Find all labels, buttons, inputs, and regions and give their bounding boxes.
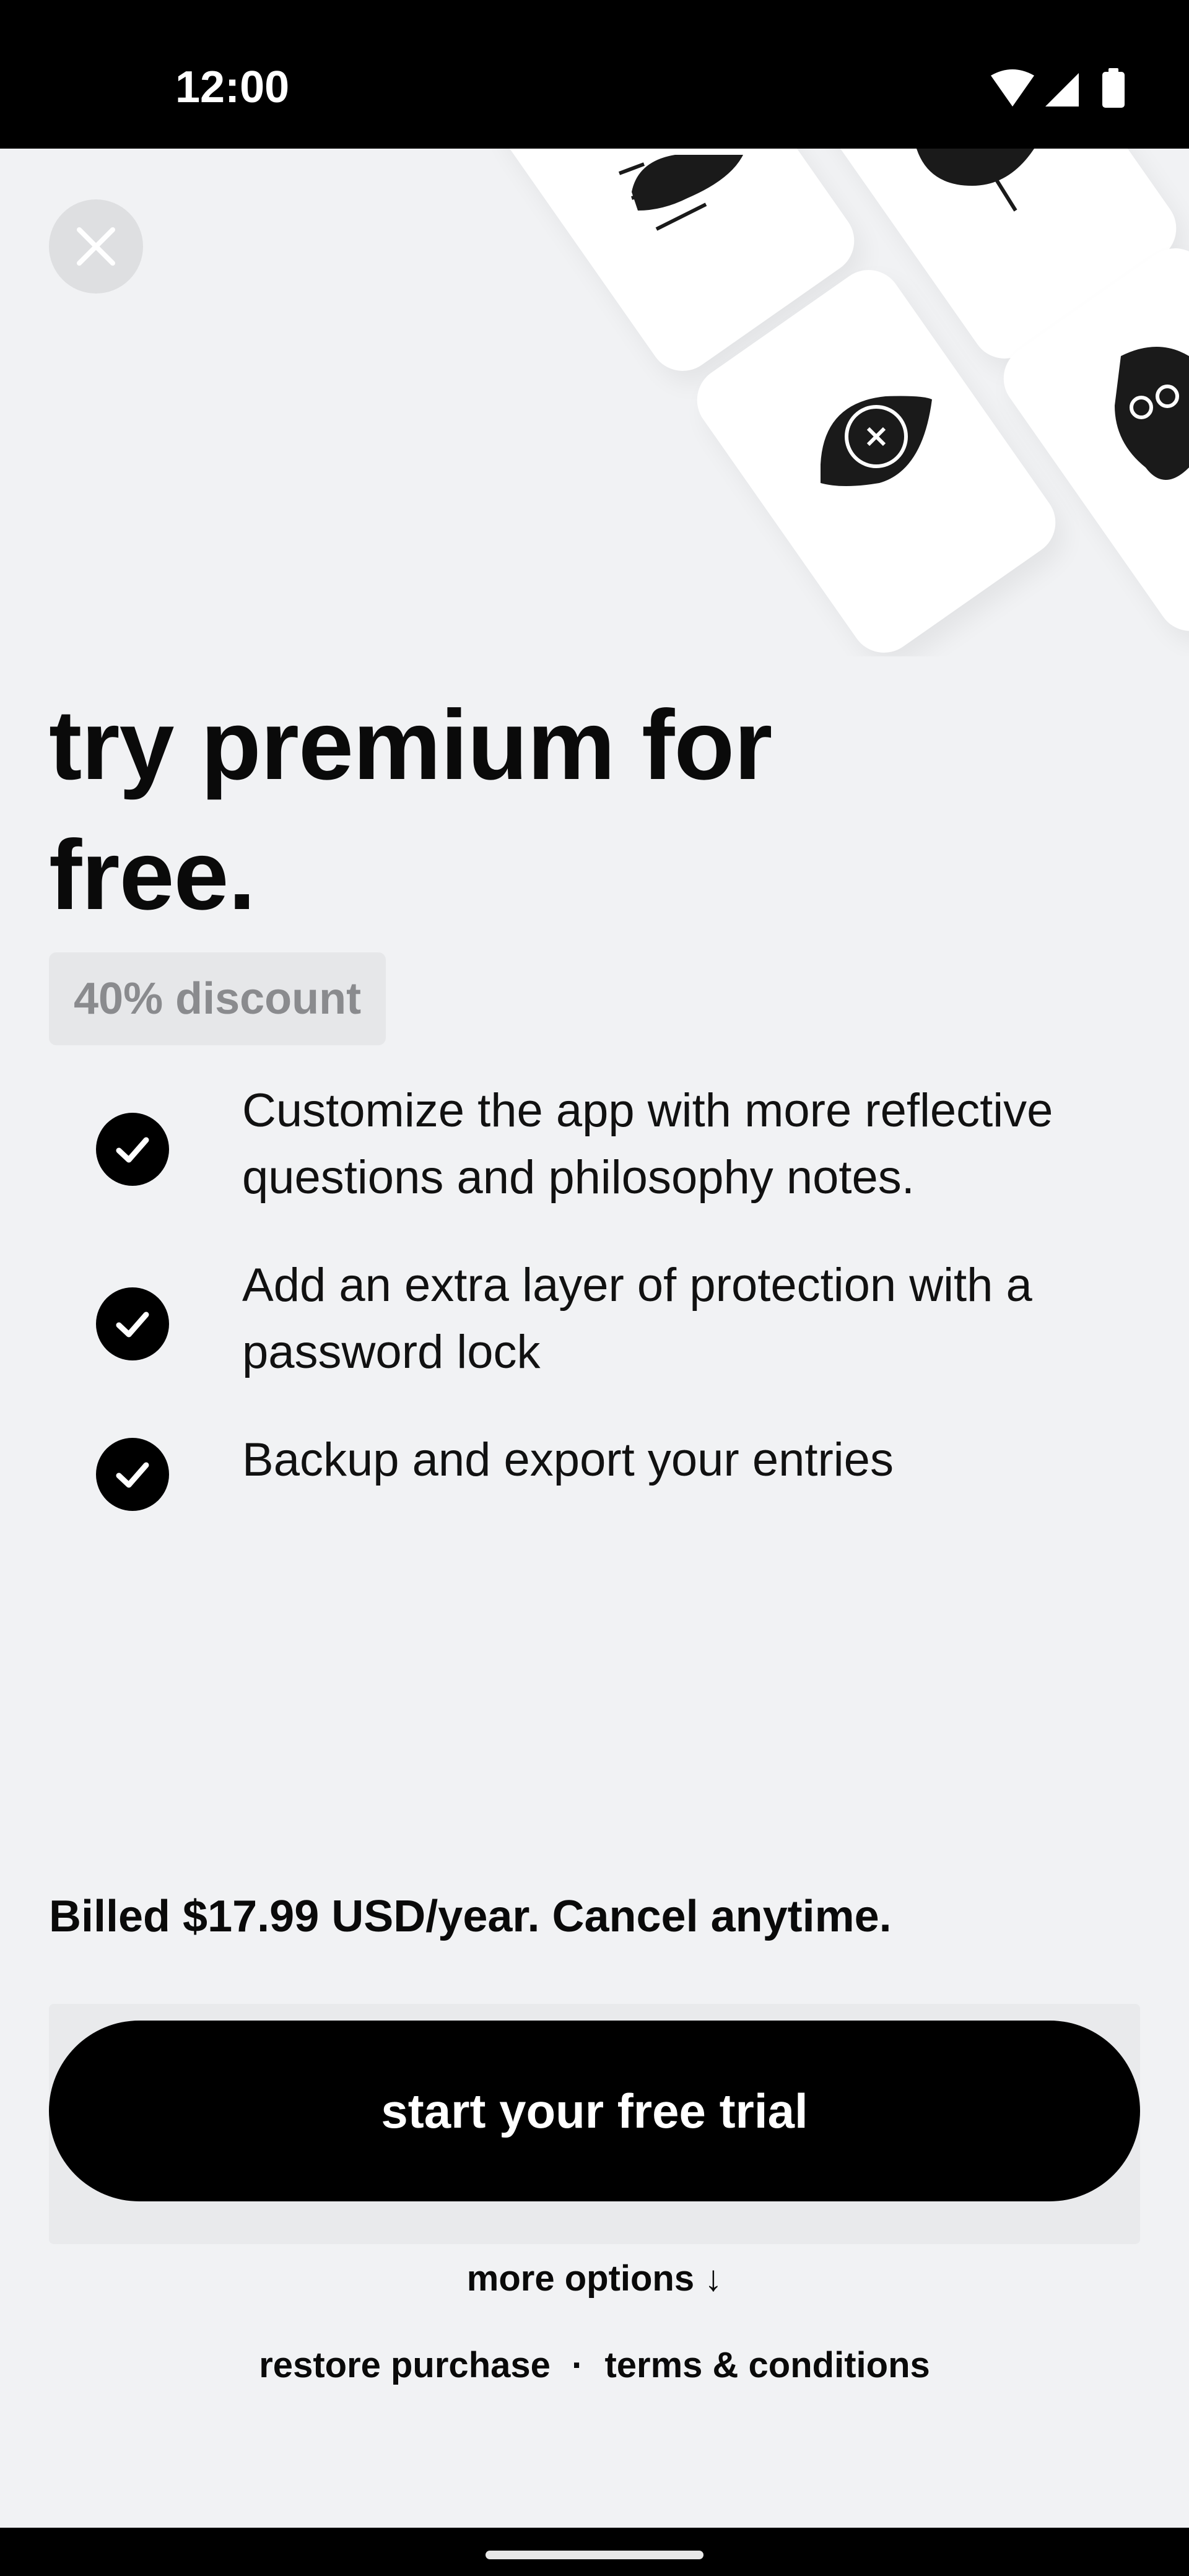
billing-info: Billed $17.99 USD/year. Cancel anytime. bbox=[49, 1892, 892, 1941]
signal-icon bbox=[1045, 73, 1079, 107]
status-icons bbox=[978, 68, 1139, 111]
mask-icon bbox=[1115, 347, 1189, 480]
check-icon bbox=[96, 1438, 169, 1511]
feature-text: Customize the app with more reflective q… bbox=[242, 1084, 1053, 1204]
footer-separator: · bbox=[572, 2345, 584, 2385]
eye-icon bbox=[821, 396, 932, 486]
terms-conditions-link[interactable]: terms & conditions bbox=[604, 2345, 930, 2385]
status-time: 12:00 bbox=[175, 63, 290, 112]
close-button[interactable] bbox=[49, 199, 143, 294]
check-icon bbox=[96, 1287, 169, 1360]
feature-text: Backup and export your entries bbox=[242, 1434, 894, 1486]
compass-icon bbox=[917, 149, 1034, 212]
more-options-link[interactable]: more options ↓ bbox=[0, 2248, 1189, 2310]
discount-badge: 40% discount bbox=[49, 952, 386, 1045]
battery-icon bbox=[1102, 68, 1125, 108]
close-icon bbox=[77, 227, 115, 266]
premium-illustration bbox=[0, 149, 1189, 656]
footer-links: restore purchase · terms & conditions bbox=[0, 2334, 1189, 2396]
status-bar: 12:00 bbox=[0, 0, 1189, 149]
wifi-icon bbox=[991, 69, 1034, 107]
feature-text: Add an extra layer of protection with a … bbox=[242, 1259, 1032, 1378]
cloud-icon bbox=[618, 155, 743, 231]
start-free-trial-button[interactable]: start your free trial bbox=[49, 2021, 1140, 2201]
restore-purchase-link[interactable]: restore purchase bbox=[259, 2345, 551, 2385]
check-icon bbox=[96, 1113, 169, 1186]
home-indicator[interactable] bbox=[486, 2551, 703, 2559]
page-title: try premium for free. bbox=[49, 689, 772, 930]
